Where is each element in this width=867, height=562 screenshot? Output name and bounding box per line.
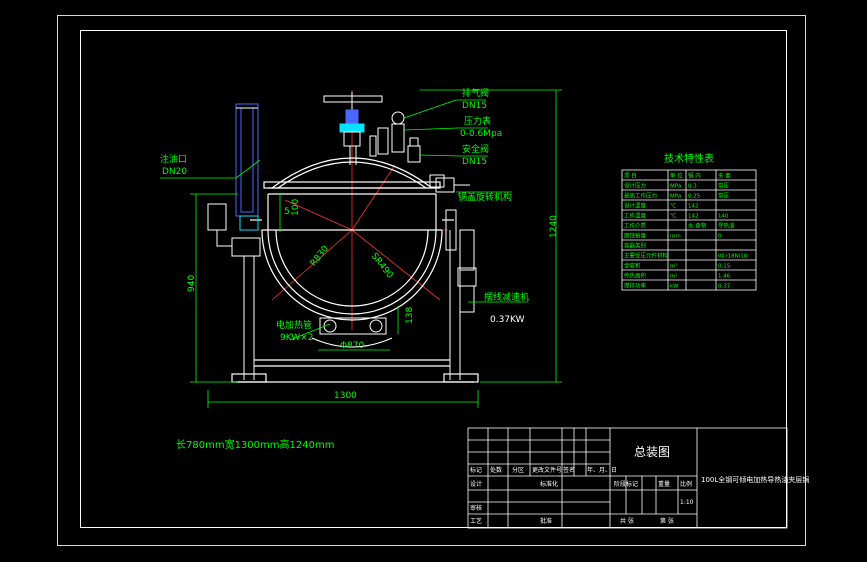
tech-table-cell: m³ xyxy=(670,263,678,270)
pressure-gauge-spec: 0-0.6Mpa xyxy=(460,129,502,139)
col-label-zone: 分区 xyxy=(512,466,524,474)
tech-table-cell: 140 xyxy=(718,214,729,220)
tech-table-cell: 0Cr18Ni10 xyxy=(718,254,748,260)
right-support-column xyxy=(449,230,477,380)
process-label: 工艺 xyxy=(470,517,482,525)
dim-138: 138 xyxy=(405,307,415,324)
title-block-text: 总装图 100L全钢可倾电加热导热油夹层锅 标记 处数 分区 更改文件号 签名 … xyxy=(470,445,809,525)
tech-table-cell: 1.46 xyxy=(718,274,731,280)
tech-table-header-cell: 夹 套 xyxy=(718,172,731,180)
col-label-change-doc: 更改文件号 xyxy=(532,466,562,474)
height-right-dim: 1240 xyxy=(549,215,559,238)
checker-label: 审核 xyxy=(470,504,482,512)
tech-table-cell: ℃ xyxy=(670,213,676,220)
lid-mechanism-label: 锅盖旋转机构 xyxy=(458,191,512,203)
tech-table-title: 技术特性表 xyxy=(664,152,714,165)
tech-table-cell: kW xyxy=(670,284,679,290)
tech-table-cell: 0.25 xyxy=(688,194,701,200)
col-label-date: 年、月、日 xyxy=(587,466,617,474)
designer-label: 设计 xyxy=(470,480,482,488)
col-label-count: 处数 xyxy=(490,466,502,474)
tech-table-cell: 设计压力 xyxy=(624,182,646,190)
product-name: 100L全钢可倾电加热导热油夹层锅 xyxy=(701,475,809,484)
tech-table-cell: 导热油 xyxy=(718,222,735,230)
width-bottom-dim: 1300 xyxy=(334,391,357,401)
standardization-label: 标准化 xyxy=(540,480,558,488)
dim-100: 100 xyxy=(291,199,301,216)
left-support-column xyxy=(207,103,261,380)
scale-label: 比例 xyxy=(680,480,692,488)
tech-table-cell: 142 xyxy=(688,214,699,220)
approval-label: 批准 xyxy=(540,517,552,525)
tech-table-cell: 0.37 xyxy=(718,284,731,290)
pressure-gauge-label: 压力表 xyxy=(464,115,491,127)
tech-table-cell: 常压 xyxy=(718,182,730,190)
base-frame xyxy=(231,359,479,383)
radius-left-dim: R830 xyxy=(309,244,331,269)
col-label-mark: 标记 xyxy=(470,466,482,474)
tech-table-cell: 0.3 xyxy=(688,184,697,190)
tech-table-cell: 0 xyxy=(718,234,722,240)
sheet-number: 第 张 xyxy=(660,517,674,525)
tech-table-header-cell: 单 位 xyxy=(670,172,683,180)
exhaust-valve-label: 排气阀 xyxy=(462,87,489,99)
motor-spec: 0.37KW xyxy=(490,315,525,325)
dim-870: Φ870 xyxy=(340,341,365,351)
tech-table-cell: 传热面积 xyxy=(624,272,647,280)
tech-table-cell: 设计温度 xyxy=(624,202,647,210)
dim-5: 5 xyxy=(284,207,290,217)
tech-table-cell: 容器类别 xyxy=(624,242,646,250)
lid-fittings xyxy=(323,92,445,188)
heater-spec: 9KW×2 xyxy=(280,333,313,343)
tech-table-cell: 主要受压元件材料 xyxy=(624,252,669,260)
tech-table-cell: 搅拌功率 xyxy=(624,282,647,290)
tech-table-cell: 142 xyxy=(688,204,699,210)
assembly-drawing: 排气阀 DN15 压力表 0-0.6Mpa 安全阀 DN15 锅盖旋转机构 注油… xyxy=(160,87,809,529)
tech-table-cell: 最高工作压力 xyxy=(624,192,657,200)
height-left-dim: 940 xyxy=(187,275,197,292)
tech-table-cell: 0.15 xyxy=(718,264,731,270)
cad-drawing-canvas: 排气阀 DN15 压力表 0-0.6Mpa 安全阀 DN15 锅盖旋转机构 注油… xyxy=(0,0,867,562)
col-label-signature: 签名 xyxy=(563,466,575,474)
inlet-spec: DN20 xyxy=(162,167,187,177)
safety-valve-label: 安全阀 xyxy=(462,143,489,155)
sheet-total: 共 张 xyxy=(620,517,634,525)
radius-right-dim: SR490 xyxy=(369,251,395,280)
tech-table-header-cell: 锅 内 xyxy=(688,172,701,180)
motor-label: 摆线减速机 xyxy=(484,291,529,303)
stage-mark-label: 阶段标记 xyxy=(614,480,638,488)
tech-table-cell: MPa xyxy=(670,184,681,190)
tech-table-cell: mm xyxy=(670,234,681,240)
scale-value: 1:10 xyxy=(680,499,694,506)
technical-characteristics-table: 技术特性表 项 目单 位锅 内夹 套设计压力 MPa 0.3 常压最高工作压力 MPa 0… xyxy=(621,152,757,291)
tech-table-cell: 工作介质 xyxy=(624,222,647,230)
tech-table-cell: m² xyxy=(670,273,678,280)
weight-label: 重量 xyxy=(658,480,670,488)
exhaust-valve-spec: DN15 xyxy=(462,101,487,111)
drawing-name: 总装图 xyxy=(634,445,670,459)
tech-table-cell: 腐蚀裕度 xyxy=(624,232,647,240)
safety-valve-spec: DN15 xyxy=(462,157,487,167)
overall-size-note: 长780mm宽1300mm高1240mm xyxy=(176,438,334,451)
tech-table-header-cell: 项 目 xyxy=(624,173,637,180)
tech-table-cell: MPa xyxy=(670,194,681,200)
heater-label: 电加热管 xyxy=(276,319,312,331)
inlet-label: 注油口 xyxy=(160,153,187,165)
tech-table-cell: 工作温度 xyxy=(624,212,647,220)
tech-table-cell: 全容积 xyxy=(624,262,641,270)
tech-table-cell: 水 食物 xyxy=(688,222,707,230)
tech-table-cell: 常压 xyxy=(718,192,730,200)
tech-table-cell: ℃ xyxy=(670,203,676,210)
